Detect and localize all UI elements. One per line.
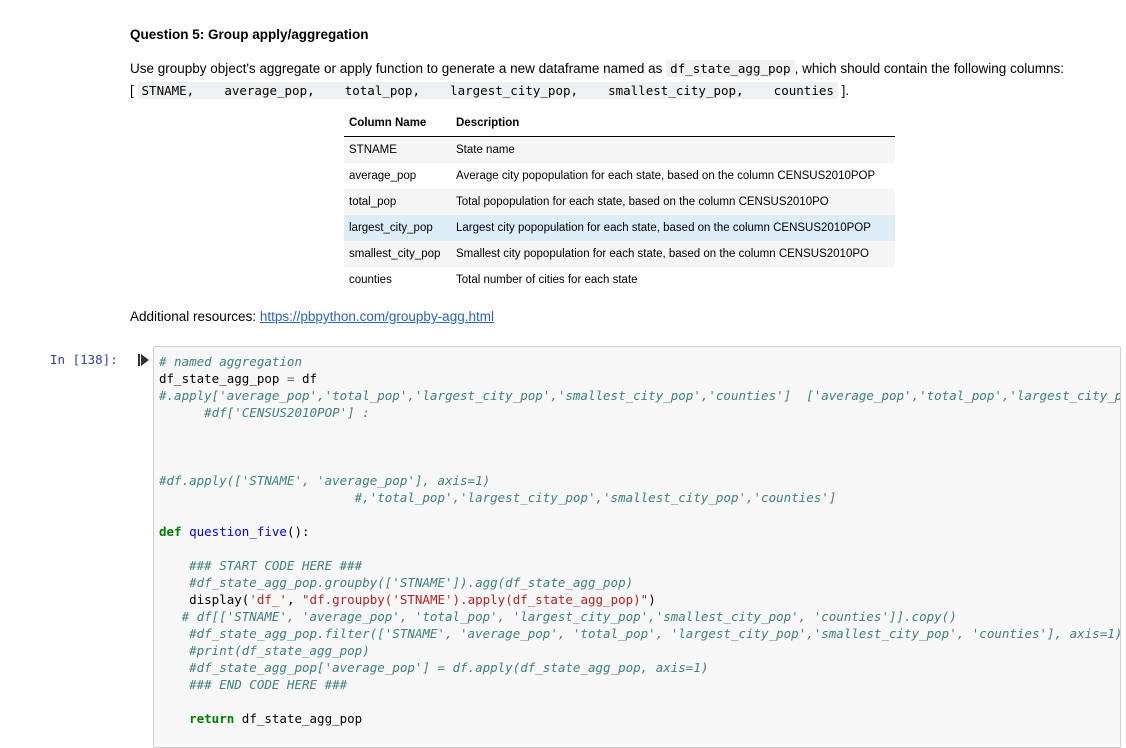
description-text-end: , which should contain the following col… (794, 61, 1064, 76)
code-line: #,'total_pop','largest_city_pop','smalle… (159, 490, 837, 505)
columns-code: STNAME, average_pop, total_pop, largest_… (137, 82, 838, 99)
cell-description: Total popopulation for each state, based… (451, 189, 895, 215)
cell-description: Smallest city popopulation for each stat… (451, 241, 895, 267)
cell-column-name: average_pop (349, 170, 417, 182)
df-name-code: df_state_agg_pop (666, 60, 795, 77)
cell-column-name: STNAME (344, 136, 451, 163)
table-row: average_pop Average city popopulation fo… (344, 163, 895, 189)
question-title: Question 5: Group apply/aggregation (130, 27, 369, 42)
cell-column-name: total_pop (344, 189, 451, 215)
code-token: ) (648, 592, 656, 607)
code-token: df_state_agg_pop (234, 711, 363, 726)
resources-link[interactable]: https://pbpython.com/groupby-agg.html (260, 309, 494, 324)
code-function-name: question_five (189, 524, 287, 539)
cell-column-name: largest_city_pop (344, 215, 451, 241)
additional-resources: Additional resources: https://pbpython.c… (130, 309, 494, 324)
cell-description: State name (451, 136, 895, 163)
description-text: Use groupby object's aggregate or apply … (130, 61, 667, 76)
cell-description: Total number of cities for each state (456, 274, 638, 286)
run-cell-icon[interactable] (138, 354, 150, 366)
code-line: ### START CODE HERE ### (159, 558, 363, 573)
code-line: # df[['STNAME', 'average_pop', 'total_po… (159, 609, 957, 624)
cell-column-name: smallest_city_pop (344, 241, 451, 267)
header-description: Description (451, 110, 895, 137)
code-line: #df_state_agg_pop.groupby(['STNAME']).ag… (159, 575, 634, 590)
question-description: Use groupby object's aggregate or apply … (130, 58, 1115, 102)
code-line: #df.apply(['STNAME', 'average_pop'], axi… (159, 473, 491, 488)
cell-description: Largest city popopulation for each state… (451, 215, 895, 241)
code-token: display( (159, 592, 250, 607)
columns-table: Column Name Description STNAME State nam… (344, 110, 895, 293)
table-row-highlighted: largest_city_pop Largest city popopulati… (344, 215, 895, 241)
code-line: #.apply['average_pop','total_pop','large… (159, 388, 1121, 403)
table-header-row: Column Name Description (344, 110, 895, 137)
cell-column-name: counties (349, 274, 392, 286)
code-keyword: return (189, 711, 235, 726)
code-line: #df['CENSUS2010POP'] : (159, 405, 370, 420)
code-line: #df_state_agg_pop['average_pop'] = df.ap… (159, 660, 709, 675)
code-string: "df.groupby('STNAME').apply(df_state_agg… (302, 592, 649, 607)
code-token: df (294, 371, 318, 386)
table-row: STNAME State name (344, 136, 895, 163)
code-line: # named aggregation (159, 354, 302, 369)
table-row: total_pop Total popopulation for each st… (344, 189, 895, 215)
open-bracket: [ (130, 83, 134, 98)
code-token: df_state_agg_pop (159, 371, 287, 386)
table-row: counties Total number of cities for each… (344, 267, 895, 293)
code-cell-editor[interactable]: # named aggregation df_state_agg_pop = d… (153, 346, 1121, 748)
code-string: 'df_' (249, 592, 287, 607)
code-line: #print(df_state_agg_pop) (159, 643, 370, 658)
code-line: ### END CODE HERE ### (159, 677, 348, 692)
cell-description: Average city popopulation for each state… (456, 170, 876, 182)
code-editor-text[interactable]: # named aggregation df_state_agg_pop = d… (159, 353, 1121, 727)
cell-prompt: In [138]: (50, 352, 118, 367)
code-keyword: def (159, 524, 182, 539)
code-line: #df_state_agg_pop.filter(['STNAME', 'ave… (159, 626, 1121, 641)
close-bracket: ]. (841, 83, 850, 98)
code-token: , (286, 592, 303, 607)
header-column-name: Column Name (344, 110, 451, 137)
resources-label: Additional resources: (130, 309, 260, 324)
table-row: smallest_city_pop Smallest city popopula… (344, 241, 895, 267)
code-token: (): (286, 524, 310, 539)
